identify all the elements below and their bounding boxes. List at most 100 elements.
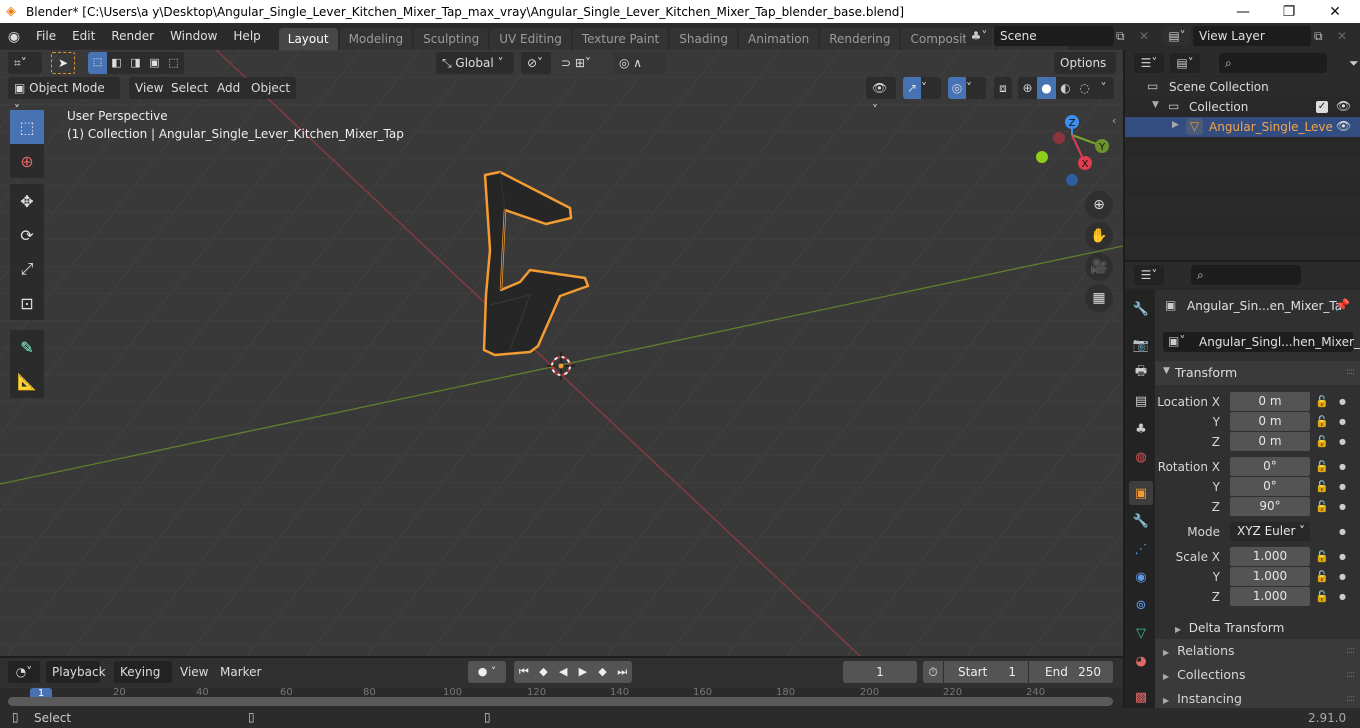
collapse-arrow-icon[interactable]: ▶ [1172, 120, 1179, 130]
overlays-toggle[interactable]: ◎ ˅ [948, 77, 986, 99]
rendered-shading-icon[interactable]: ◌ [1075, 77, 1094, 99]
outliner-editor-type-icon[interactable]: ☰˅ [1134, 53, 1164, 73]
drag-handle-icon[interactable]: :::: [1346, 639, 1355, 663]
menu-render[interactable]: Render [103, 23, 162, 50]
outliner-search-input[interactable]: ⌕ [1219, 53, 1327, 73]
tool-rotate[interactable]: ⟳ [10, 218, 44, 252]
drag-handle-icon[interactable]: :::: [1346, 663, 1355, 687]
end-frame-field[interactable]: End 250 [1029, 661, 1113, 683]
pin-icon[interactable]: 📌 [1335, 298, 1350, 312]
tool-select-box[interactable]: ⬚ [10, 110, 44, 144]
prev-keyframe-icon[interactable]: ◆ [534, 661, 554, 683]
display-mode-icon[interactable]: ▤˅ [1170, 53, 1200, 73]
gizmo-neg-z[interactable] [1066, 174, 1078, 186]
location-x-field[interactable]: 0 m [1230, 392, 1310, 411]
maximize-button[interactable]: ❐ [1266, 0, 1312, 23]
location-z-field[interactable]: 0 m [1230, 432, 1310, 451]
select-difference-icon[interactable]: ▣ [145, 52, 164, 74]
location-y-field[interactable]: 0 m [1230, 412, 1310, 431]
relations-section-header[interactable]: ▶ Relations :::: [1155, 639, 1360, 663]
tab-sculpting[interactable]: Sculpting [414, 28, 489, 50]
visibility-selectability-icon[interactable]: 👁˅ [866, 77, 896, 117]
play-reverse-icon[interactable]: ◀ [553, 661, 573, 683]
rotation-z-field[interactable]: 90° [1230, 497, 1310, 516]
tab-rendering[interactable]: Rendering [820, 28, 900, 50]
lock-icon[interactable]: 🔓 [1315, 567, 1329, 587]
next-keyframe-icon[interactable]: ◆ [593, 661, 613, 683]
close-button[interactable]: ✕ [1312, 0, 1358, 23]
pan-view-icon[interactable]: ✋ [1085, 222, 1113, 250]
minimize-button[interactable]: — [1220, 0, 1266, 23]
wireframe-shading-icon[interactable]: ⊕ [1018, 77, 1037, 99]
select-new-icon[interactable]: ⬚ [88, 52, 107, 74]
object-name-field[interactable]: ▣˅ Angular_Singl...hen_Mixer_Tap [1163, 332, 1360, 352]
mode-dropdown[interactable]: ▣ Object Mode ˅ [8, 77, 120, 117]
timeline-view-menu[interactable]: View [174, 661, 214, 683]
keyframe-dot-icon[interactable]: ● [1339, 412, 1346, 432]
scale-x-field[interactable]: 1.000 [1230, 547, 1310, 566]
render-tab-icon[interactable]: 📷 [1129, 333, 1153, 357]
menu-window[interactable]: Window [162, 23, 225, 50]
select-tool-icon[interactable]: ➤ [51, 52, 75, 74]
tab-shading[interactable]: Shading [670, 28, 737, 50]
keyframe-dot-icon[interactable]: ● [1339, 432, 1346, 452]
keyframe-dot-icon[interactable]: ● [1339, 587, 1346, 607]
jump-end-icon[interactable]: ⏭ [612, 661, 632, 683]
new-view-layer-icon[interactable]: ⧉ [1314, 26, 1330, 46]
jump-start-icon[interactable]: ⏮ [514, 661, 534, 683]
blender-menu-icon[interactable]: ◉ [0, 29, 28, 45]
texture-tab-icon[interactable]: ▩ [1129, 685, 1153, 709]
scale-y-field[interactable]: 1.000 [1230, 567, 1310, 586]
delete-scene-icon[interactable]: ✕ [1139, 26, 1153, 46]
view-layer-name-field[interactable]: View Layer [1193, 26, 1311, 46]
menu-add[interactable]: Add [211, 77, 247, 99]
tab-texture-paint[interactable]: Texture Paint [572, 28, 669, 50]
menu-object[interactable]: Object [245, 77, 297, 99]
menu-help[interactable]: Help [225, 23, 268, 50]
timeline-editor-type-icon[interactable]: ◔˅ [8, 661, 40, 683]
menu-view[interactable]: View [129, 77, 170, 99]
lock-icon[interactable]: 🔓 [1315, 412, 1329, 432]
filter-icon[interactable]: ⏷ [1349, 53, 1359, 73]
lock-icon[interactable]: 🔓 [1315, 547, 1329, 567]
select-intersect-icon[interactable]: ⬚ [164, 52, 183, 74]
tool-measure[interactable]: 📐 [10, 364, 44, 398]
stopwatch-icon[interactable]: ⏱ [923, 661, 943, 683]
tool-move[interactable]: ✥ [10, 184, 44, 218]
menu-file[interactable]: File [28, 23, 64, 50]
transform-section-header[interactable]: ▼ Transform :::: [1155, 361, 1360, 385]
tool-scale[interactable]: ⤢ [10, 252, 44, 286]
lock-icon[interactable]: 🔓 [1315, 497, 1329, 517]
material-tab-icon[interactable]: ◕ [1129, 649, 1153, 673]
play-icon[interactable]: ▶ [573, 661, 593, 683]
tab-animation[interactable]: Animation [739, 28, 819, 50]
delta-transform-subpanel[interactable]: ▶ Delta Transform [1175, 618, 1284, 638]
solid-shading-icon[interactable]: ● [1037, 77, 1056, 99]
view-layer-selector-icon[interactable]: ▤˅ [1163, 26, 1191, 46]
material-preview-icon[interactable]: ◐ [1056, 77, 1075, 99]
3d-viewport[interactable]: Z Y X ⌗˅ ➤ ⬚ ◧ ◨ ▣ ⬚ ⤡ Global ˅ ⊘˅ ⊃ ⊞˅ … [0, 50, 1123, 656]
orthographic-toggle-icon[interactable]: ▦ [1085, 284, 1113, 312]
lock-icon[interactable]: 🔓 [1315, 457, 1329, 477]
scene-name-field[interactable]: Scene [994, 26, 1114, 46]
xray-toggle-icon[interactable]: ⧈ [994, 77, 1012, 99]
lock-icon[interactable]: 🔓 [1315, 587, 1329, 607]
pivot-point-icon[interactable]: ⊘˅ [521, 52, 551, 74]
snapping-icon[interactable]: ⊃ ⊞˅ [555, 52, 607, 74]
zoom-view-icon[interactable]: ⊕ [1085, 191, 1113, 219]
rotation-mode-dropdown[interactable]: XYZ Euler ˅ [1230, 522, 1310, 541]
proportional-editing-icon[interactable]: ◎ ∧ [613, 52, 665, 74]
tab-layout[interactable]: Layout [278, 28, 338, 50]
outliner-row-collection[interactable]: ▼ ▭ Collection ✓ 👁 [1125, 97, 1360, 117]
tab-modeling[interactable]: Modeling [339, 28, 413, 50]
playback-menu[interactable]: Playback ˅ [46, 661, 106, 701]
lock-icon[interactable]: 🔓 [1315, 432, 1329, 452]
start-frame-field[interactable]: Start 1 [944, 661, 1028, 683]
editor-type-icon[interactable]: ⌗˅ [8, 52, 42, 74]
camera-view-icon[interactable]: 🎥 [1085, 253, 1113, 281]
outliner-row-scene-collection[interactable]: ▭ Scene Collection [1125, 77, 1360, 97]
transform-orientation-dropdown[interactable]: ⤡ Global ˅ [436, 52, 514, 74]
new-scene-icon[interactable]: ⧉ [1116, 26, 1132, 46]
select-subtract-icon[interactable]: ◨ [126, 52, 145, 74]
frame-ruler[interactable]: 1 20 40 60 80 100 120 140 160 180 200 22… [0, 687, 1123, 708]
